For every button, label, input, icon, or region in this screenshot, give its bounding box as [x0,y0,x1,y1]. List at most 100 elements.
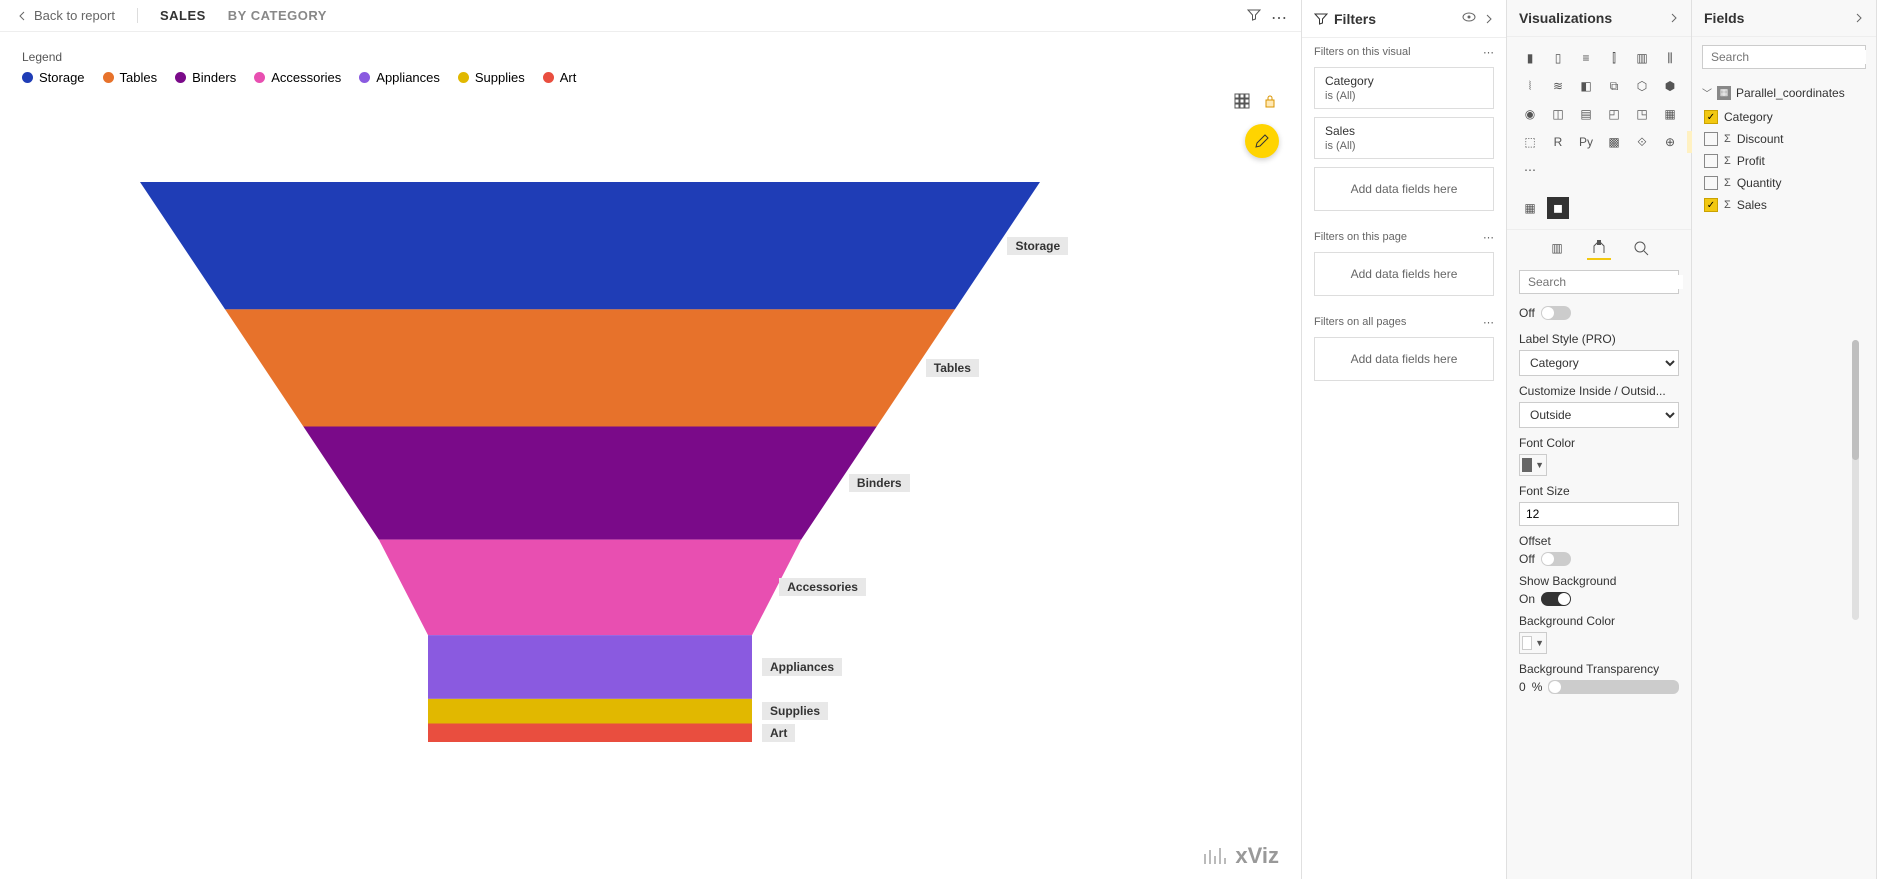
funnel-label-storage: Storage [1007,237,1068,255]
fields-search-input[interactable] [1711,50,1866,64]
filter-funnel-icon[interactable] [1247,8,1261,28]
viz-type-icon[interactable]: ◧ [1575,75,1597,97]
report-canvas: Back to report SALES BY CATEGORY ⋯ Legen… [0,0,1302,879]
offset-toggle[interactable] [1541,552,1571,566]
viz-type-icon[interactable]: ⬢ [1659,75,1681,97]
breadcrumb-sales[interactable]: SALES [160,8,206,23]
label-style-select[interactable]: Category [1519,350,1679,376]
field-checkbox[interactable]: ✓ [1704,110,1718,124]
field-checkbox[interactable] [1704,132,1718,146]
field-item-category[interactable]: ✓Category [1702,106,1866,128]
viz-search-box[interactable] [1519,270,1679,294]
bg-color-picker[interactable]: ▼ [1519,632,1547,654]
viz-type-icon[interactable]: ◳ [1631,103,1653,125]
filter-field-name: Category [1325,74,1483,88]
viz-type-icon[interactable]: Py [1575,131,1597,153]
more-icon[interactable]: ⋯ [1483,46,1494,59]
legend-item[interactable]: Art [543,70,577,85]
filter-section-title: Filters on this visual⋯ [1302,38,1506,63]
collapse-viz-icon[interactable] [1669,10,1679,26]
show-bg-toggle[interactable] [1541,592,1571,606]
legend-item[interactable]: Binders [175,70,236,85]
viz-type-icon[interactable]: ⊕ [1659,131,1681,153]
more-icon[interactable]: ⋯ [1483,231,1494,244]
viz-fields-well-icon[interactable]: ▦ [1519,197,1541,219]
viz-type-icon[interactable]: ≋ [1547,75,1569,97]
chart-body: Legend StorageTablesBindersAccessoriesAp… [0,32,1301,879]
add-data-fields-target[interactable]: Add data fields here [1314,337,1494,381]
filter-icon [1314,12,1328,26]
font-size-input[interactable] [1519,502,1679,526]
field-label: Profit [1737,154,1765,168]
format-tab-icon[interactable] [1587,236,1611,260]
legend-item[interactable]: Appliances [359,70,440,85]
collapse-fields-icon[interactable] [1854,10,1864,26]
back-to-report-link[interactable]: Back to report [18,8,138,23]
field-item-quantity[interactable]: ΣQuantity [1702,172,1866,194]
filter-card[interactable]: Salesis (All) [1314,117,1494,159]
field-checkbox[interactable] [1704,154,1718,168]
field-item-profit[interactable]: ΣProfit [1702,150,1866,172]
label-style-label: Label Style (PRO) [1519,332,1679,346]
viz-type-icon[interactable]: ⬡ [1631,75,1653,97]
add-data-fields-target[interactable]: Add data fields here [1314,167,1494,211]
analytics-tab-icon[interactable] [1629,236,1653,260]
funnel-label-art: Art [762,724,795,742]
viz-type-icon[interactable]: ▩ [1603,131,1625,153]
lock-icon[interactable] [1261,92,1279,110]
customize-position-select[interactable]: Outside [1519,402,1679,428]
viz-type-icon[interactable]: ⦚ [1519,75,1541,97]
fields-search-box[interactable] [1702,45,1866,69]
legend-item[interactable]: Tables [103,70,158,85]
more-icon[interactable]: ⋯ [1483,316,1494,329]
viz-type-icon[interactable]: ▦ [1659,103,1681,125]
unknown-toggle[interactable] [1541,306,1571,320]
funnel-chart[interactable]: StorageTablesBindersAccessoriesAppliance… [140,182,1040,742]
viz-type-icon[interactable]: ◫ [1547,103,1569,125]
bg-trans-unit: % [1532,680,1543,694]
grid-view-icon[interactable] [1233,92,1251,110]
viz-type-icon[interactable]: ▥ [1631,47,1653,69]
field-checkbox[interactable]: ✓ [1704,198,1718,212]
edit-pencil-button[interactable] [1245,124,1279,158]
filter-section-title: Filters on all pages⋯ [1302,308,1506,333]
viz-type-icon[interactable]: ▤ [1575,103,1597,125]
viz-type-icon[interactable]: ⫿ [1603,47,1625,69]
field-label: Discount [1737,132,1784,146]
bg-trans-slider[interactable] [1548,680,1679,694]
viz-type-icon[interactable]: ≡ [1575,47,1597,69]
add-data-fields-target[interactable]: Add data fields here [1314,252,1494,296]
viz-type-icon[interactable]: ⬚ [1519,131,1541,153]
fields-tab-icon[interactable]: ▥ [1545,236,1569,260]
legend-item[interactable]: Storage [22,70,85,85]
fields-panel: Fields ﹀ ▦ Parallel_coordinates ✓Categor… [1692,0,1877,879]
font-color-picker[interactable]: ▼ [1519,454,1547,476]
viz-type-icon[interactable]: ◉ [1519,103,1541,125]
breadcrumb-by-category[interactable]: BY CATEGORY [228,8,327,23]
viz-search-input[interactable] [1528,275,1683,289]
collapse-filters-icon[interactable] [1484,11,1494,27]
viz-type-icon[interactable]: ⫼ [1659,47,1681,69]
bg-trans-value: 0 [1519,680,1526,694]
more-options-icon[interactable]: ⋯ [1271,8,1287,28]
viz-type-icon[interactable]: ◰ [1603,103,1625,125]
viz-type-icon[interactable]: ▮ [1519,47,1541,69]
filter-card[interactable]: Categoryis (All) [1314,67,1494,109]
viz-type-icon[interactable]: ⋯ [1519,159,1541,181]
eye-icon[interactable] [1462,10,1476,27]
table-node[interactable]: ﹀ ▦ Parallel_coordinates [1702,83,1866,106]
viz-type-icon[interactable]: ⧉ [1603,75,1625,97]
sigma-icon: Σ [1724,199,1731,211]
field-item-sales[interactable]: ✓ΣSales [1702,194,1866,216]
legend-item[interactable]: Accessories [254,70,341,85]
viz-option-dark-icon[interactable]: ◼ [1547,197,1569,219]
filters-title: Filters [1334,11,1376,27]
field-item-discount[interactable]: ΣDiscount [1702,128,1866,150]
format-scrollbar-thumb[interactable] [1852,340,1859,460]
legend-item[interactable]: Supplies [458,70,525,85]
field-checkbox[interactable] [1704,176,1718,190]
legend-label: Storage [39,70,85,85]
viz-type-icon[interactable]: ▯ [1547,47,1569,69]
viz-type-icon[interactable]: R [1547,131,1569,153]
viz-type-icon[interactable]: ⟐ [1631,131,1653,153]
